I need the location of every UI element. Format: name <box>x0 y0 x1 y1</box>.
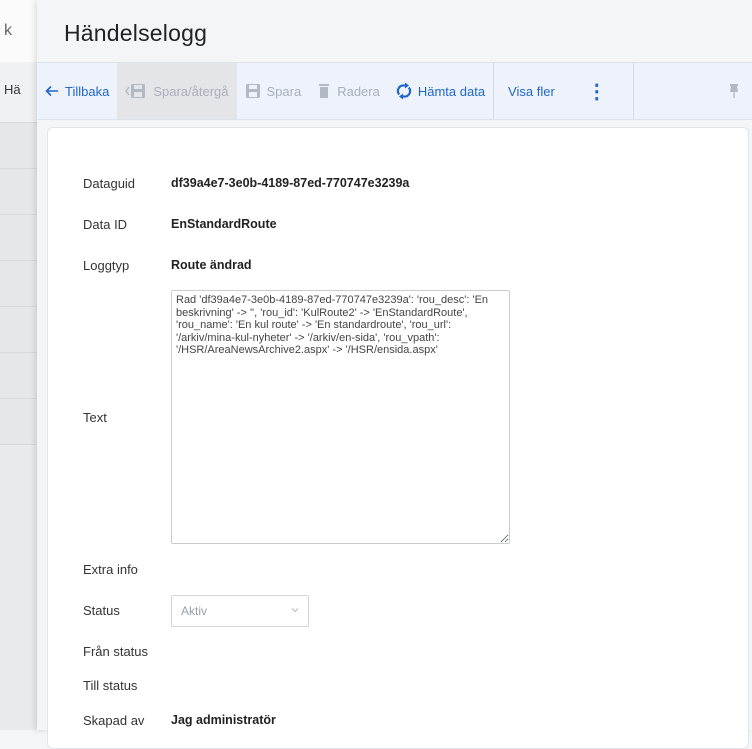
data-id-label: Data ID <box>83 217 128 232</box>
background-app: k Hä <box>0 0 38 730</box>
delete-button-label: Radera <box>337 83 380 99</box>
background-toolbar: Hä <box>0 62 37 123</box>
from-status-label: Från status <box>83 644 149 659</box>
dialog-title: Händelselogg <box>64 20 208 46</box>
background-header: k <box>0 0 37 62</box>
refresh-icon <box>396 82 412 100</box>
floppy-disk-icon <box>245 84 260 98</box>
data-id-value: EnStandardRoute <box>171 217 277 231</box>
more-vertical-icon: ⋮ <box>586 80 607 103</box>
extra-info-label: Extra info <box>83 562 138 577</box>
back-button[interactable]: Tillbaka <box>37 63 117 119</box>
created-by-label: Skapad av <box>83 713 145 728</box>
dataguid-value: df39a4e7-3e0b-4189-87ed-770747e3239a <box>171 176 410 190</box>
background-row <box>0 123 37 169</box>
background-row <box>0 353 37 399</box>
save-button[interactable]: Spara <box>237 63 310 119</box>
background-row <box>0 307 37 353</box>
created-by-value: Jag administratör <box>171 713 276 727</box>
text-area[interactable]: Rad 'df39a4e7-3e0b-4189-87ed-770747e3239… <box>171 290 510 544</box>
text-label: Text <box>83 410 107 425</box>
dataguid-label: Dataguid <box>83 176 136 191</box>
pin-button[interactable] <box>728 83 752 99</box>
chevron-down-icon <box>291 608 299 613</box>
more-menu-button[interactable]: ⋮ <box>569 63 634 119</box>
background-row <box>0 261 37 307</box>
event-details-card: Dataguid df39a4e7-3e0b-4189-87ed-770747e… <box>47 127 749 749</box>
trash-icon <box>319 84 330 98</box>
back-button-label: Tillbaka <box>65 83 110 99</box>
event-log-dialog: Händelselogg Tillbaka Spara/återgå Spara… <box>37 0 752 749</box>
background-header-text: k <box>4 22 12 39</box>
show-more-button[interactable]: Visa fler <box>494 63 569 119</box>
toolbar: Tillbaka Spara/återgå Spara Radera Hämta… <box>37 62 752 120</box>
background-toolbar-text: Hä <box>4 82 21 97</box>
fetch-data-label: Hämta data <box>417 83 486 99</box>
save-revert-icon <box>125 84 146 98</box>
log-type-value: Route ändrad <box>171 258 252 272</box>
status-select[interactable]: Aktiv <box>171 595 309 627</box>
show-more-label: Visa fler <box>508 83 555 99</box>
save-button-label: Spara <box>266 83 302 99</box>
status-label: Status <box>83 603 120 618</box>
arrow-left-icon <box>45 85 58 97</box>
background-row <box>0 399 37 445</box>
pin-icon <box>730 84 738 98</box>
background-row <box>0 169 37 215</box>
save-revert-label: Spara/återgå <box>153 83 229 99</box>
status-select-value: Aktiv <box>181 604 208 618</box>
save-revert-button[interactable]: Spara/återgå <box>117 63 237 119</box>
background-row <box>0 215 37 261</box>
to-status-label: Till status <box>83 678 138 693</box>
delete-button[interactable]: Radera <box>309 63 388 119</box>
fetch-data-button[interactable]: Hämta data <box>388 63 495 119</box>
log-type-label: Loggtyp <box>83 258 130 273</box>
